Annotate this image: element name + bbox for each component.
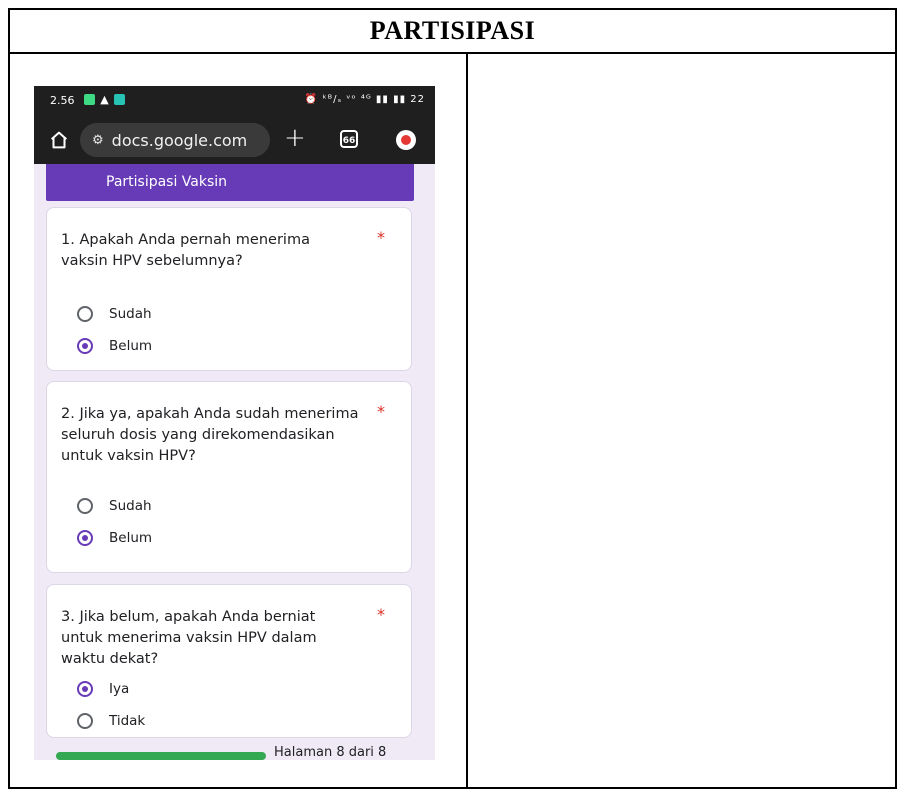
table-header: PARTISIPASI <box>10 10 895 54</box>
radio-button-selected[interactable] <box>77 530 93 546</box>
question-card-2: 2. Jika ya, apakah Anda sudah menerima s… <box>46 381 412 573</box>
question-text: 1. Apakah Anda pernah menerima vaksin HP… <box>61 232 310 269</box>
chat-icon <box>114 94 125 105</box>
form-content: Partisipasi Vaksin 1. Apakah Anda pernah… <box>34 164 435 760</box>
option-belum[interactable]: Belum <box>77 336 152 356</box>
question-card-3: 3. Jika belum, apakah Anda berniat untuk… <box>46 584 412 738</box>
tab-switcher-icon[interactable]: 66 <box>340 130 358 148</box>
option-sudah[interactable]: Sudah <box>77 496 152 516</box>
radio-button-selected[interactable] <box>77 681 93 697</box>
question-text: 3. Jika belum, apakah Anda berniat untuk… <box>61 609 317 667</box>
site-settings-icon[interactable]: ⚙ <box>92 133 104 148</box>
option-label: Sudah <box>109 498 152 514</box>
browser-toolbar: ⚙ docs.google.com + 66 <box>34 116 435 164</box>
radio-button[interactable] <box>77 498 93 514</box>
radio-button[interactable] <box>77 713 93 729</box>
new-tab-icon[interactable]: + <box>284 125 306 151</box>
option-iya[interactable]: Iya <box>77 679 129 699</box>
status-indicators: ⏰ ᵏᴮ/ₛ ᵛᵒ ⁴ᴳ ▮▮ ▮▮ 22 <box>304 94 425 105</box>
progress-bar <box>56 752 266 760</box>
column-divider <box>466 52 468 787</box>
url-text: docs.google.com <box>111 130 248 150</box>
required-asterisk: * <box>377 605 385 624</box>
section-title: Partisipasi Vaksin <box>106 174 228 190</box>
option-label: Belum <box>109 530 153 546</box>
option-label: Belum <box>109 338 153 354</box>
home-icon[interactable] <box>48 129 70 151</box>
option-label: Sudah <box>109 306 152 322</box>
option-label: Tidak <box>109 713 146 729</box>
question-text: 2. Jika ya, apakah Anda sudah menerima s… <box>61 406 359 464</box>
progress-label: Halaman 8 dari 8 <box>274 745 387 760</box>
warning-icon: ▲ <box>100 93 109 106</box>
section-header: Partisipasi Vaksin <box>46 164 414 201</box>
question-card-1: 1. Apakah Anda pernah menerima vaksin HP… <box>46 207 412 371</box>
table-heading: PARTISIPASI <box>369 16 536 45</box>
message-icon <box>84 94 95 105</box>
profile-icon[interactable] <box>396 130 416 150</box>
option-tidak[interactable]: Tidak <box>77 711 145 731</box>
required-asterisk: * <box>377 228 385 247</box>
option-label: Iya <box>109 681 130 697</box>
option-sudah[interactable]: Sudah <box>77 304 152 324</box>
status-time: 2.56 <box>50 94 75 107</box>
status-bar: 2.56 ▲ ⏰ ᵏᴮ/ₛ ᵛᵒ ⁴ᴳ ▮▮ ▮▮ 22 <box>34 86 435 116</box>
radio-button[interactable] <box>77 306 93 322</box>
radio-button-selected[interactable] <box>77 338 93 354</box>
notification-icons: ▲ <box>84 94 125 105</box>
option-belum[interactable]: Belum <box>77 528 152 548</box>
phone-screenshot: 2.56 ▲ ⏰ ᵏᴮ/ₛ ᵛᵒ ⁴ᴳ ▮▮ ▮▮ 22 ⚙ docs.goog… <box>34 86 435 760</box>
address-bar[interactable]: ⚙ docs.google.com <box>80 123 270 157</box>
required-asterisk: * <box>377 402 385 421</box>
